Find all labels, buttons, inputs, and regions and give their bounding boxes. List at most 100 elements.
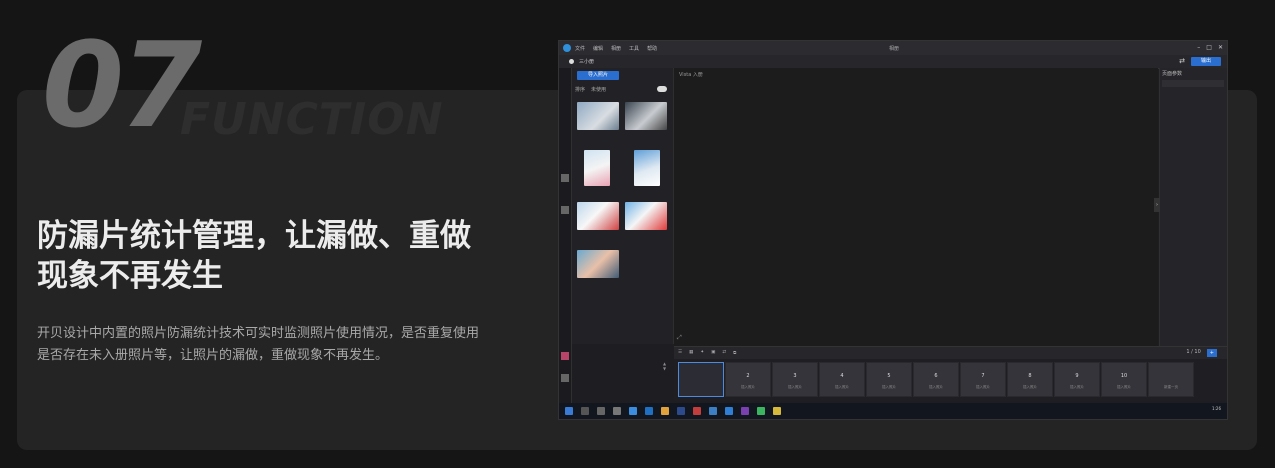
doc-icon[interactable]: [561, 374, 569, 382]
photo-thumbnail[interactable]: [634, 150, 660, 186]
filter-dropdown[interactable]: 未使用: [591, 86, 606, 93]
page-filmstrip: 2 插入照片 3 插入照片 4 插入照片 5 插入照片 6 插入照片 7 插入照片 8 插入照片 9 插入照片…: [674, 359, 1227, 401]
minimize-icon[interactable]: –: [1197, 44, 1200, 51]
photo-thumbnail[interactable]: [577, 202, 619, 230]
photos-icon[interactable]: [561, 174, 569, 182]
page-slot[interactable]: 9 插入照片: [1054, 362, 1100, 397]
project-icon: [569, 59, 574, 64]
photo-thumbnail[interactable]: [625, 102, 667, 130]
window-controls: – □ ✕: [1197, 44, 1223, 51]
description-line-2: 是否存在未入册照片等，让照片的漏做，重做现象不再发生。: [37, 348, 389, 363]
app-icon[interactable]: [773, 407, 781, 415]
swap-icon[interactable]: ⇄: [722, 350, 726, 356]
page-label: 插入照片: [929, 385, 943, 389]
app-titlebar: 文件 编辑 相册 工具 帮助 相册 – □ ✕: [559, 41, 1227, 55]
app-menu: 文件 编辑 相册 工具 帮助: [575, 45, 657, 52]
photo-thumbnail[interactable]: [577, 102, 619, 130]
page-label: 插入照片: [835, 385, 849, 389]
page-slot[interactable]: 3 插入照片: [772, 362, 818, 397]
page-label: 插入照片: [1117, 385, 1131, 389]
photoshop-icon[interactable]: [677, 407, 685, 415]
close-icon[interactable]: ✕: [1218, 44, 1223, 51]
edge-icon[interactable]: [629, 407, 637, 415]
spread-right-tools: 1 / 10 +: [1186, 349, 1217, 357]
export-button[interactable]: 输出: [1191, 57, 1221, 66]
window-title: 相册: [889, 46, 900, 52]
add-page-button[interactable]: +: [1206, 349, 1217, 357]
start-icon[interactable]: [565, 407, 573, 415]
settings-icon[interactable]: ⇄: [1179, 57, 1185, 65]
app-logo-icon: [563, 44, 571, 52]
library-filters: 排序 未使用: [575, 86, 606, 93]
search-icon[interactable]: [581, 407, 589, 415]
app-icon[interactable]: [709, 407, 717, 415]
page-slot[interactable]: 6 插入照片: [913, 362, 959, 397]
page-slot[interactable]: 4 插入照片: [819, 362, 865, 397]
properties-title: 页面参数: [1162, 71, 1183, 77]
unused-toggle[interactable]: [657, 86, 667, 92]
headline-line-2: 现象不再发生: [37, 258, 223, 294]
app-icon[interactable]: [741, 407, 749, 415]
layout-icon[interactable]: [561, 206, 569, 214]
page-slot[interactable]: [678, 362, 724, 397]
menu-item[interactable]: 相册: [611, 45, 621, 52]
menu-item[interactable]: 文件: [575, 45, 585, 52]
feature-number: 07: [42, 16, 202, 154]
page-label: 新建一页: [1164, 385, 1178, 389]
photo-thumbnail[interactable]: [625, 202, 667, 230]
canvas-note: Vista 入册: [679, 72, 703, 78]
page-number: 6: [934, 373, 938, 379]
task-view-icon[interactable]: [597, 407, 605, 415]
star-icon[interactable]: ✦: [700, 350, 704, 356]
page-number: 2: [746, 373, 750, 379]
browser-icon[interactable]: [645, 407, 653, 415]
page-slot[interactable]: 5 插入照片: [866, 362, 912, 397]
chrome-icon[interactable]: [661, 407, 669, 415]
explorer-icon[interactable]: [613, 407, 621, 415]
app-screenshot: 文件 编辑 相册 工具 帮助 相册 – □ ✕ 三小册 ⇄ 输出 导入照片 排序…: [558, 40, 1228, 420]
page-slot[interactable]: 新建一页: [1148, 362, 1194, 397]
left-rail: [559, 68, 572, 403]
menu-item[interactable]: 帮助: [647, 45, 657, 52]
app-icon[interactable]: [693, 407, 701, 415]
page-number: 8: [1028, 373, 1032, 379]
photo-thumbnail[interactable]: [584, 150, 610, 186]
collapse-panel-icon[interactable]: ›: [1154, 198, 1160, 212]
import-photos-button[interactable]: 导入照片: [577, 71, 619, 80]
page-label: 插入照片: [741, 385, 755, 389]
clock: 1:26: [1212, 406, 1221, 411]
menu-item[interactable]: 编辑: [593, 45, 603, 52]
grid-icon[interactable]: ▦: [689, 350, 693, 356]
feature-subtitle: FUNCTION: [180, 94, 444, 145]
page-label: 插入照片: [1023, 385, 1037, 389]
properties-row[interactable]: [1162, 80, 1224, 87]
spread-tools: ☰ ▦ ✦ ▣ ⇄ ⧉: [678, 350, 736, 356]
page-slot[interactable]: 2 插入照片: [725, 362, 771, 397]
template-icon[interactable]: [561, 352, 569, 360]
copy-icon[interactable]: ⧉: [733, 350, 736, 356]
feature-description: 开贝设计中内置的照片防漏统计技术可实时监测照片使用情况，是否重复使用 是否存在未…: [37, 323, 527, 367]
album-canvas[interactable]: Vista 入册 ⤢: [674, 68, 1158, 346]
menu-item[interactable]: 工具: [629, 45, 639, 52]
menu-icon[interactable]: ☰: [678, 350, 682, 356]
page-slot[interactable]: 10 插入照片: [1101, 362, 1147, 397]
page-label: 插入照片: [882, 385, 896, 389]
page-slot[interactable]: 8 插入照片: [1007, 362, 1053, 397]
page-label: 插入照片: [976, 385, 990, 389]
image-icon[interactable]: ▣: [711, 350, 715, 356]
page-number: 10: [1120, 373, 1128, 379]
sort-dropdown[interactable]: 排序: [575, 86, 585, 93]
spread-toolbar: ☰ ▦ ✦ ▣ ⇄ ⧉ 1 / 10 +: [674, 346, 1227, 359]
active-app-icon[interactable]: [725, 407, 733, 415]
fit-screen-icon[interactable]: ⤢: [677, 334, 682, 342]
maximize-icon[interactable]: □: [1206, 44, 1212, 51]
page-number: 7: [981, 373, 985, 379]
app-icon[interactable]: [757, 407, 765, 415]
page-number: 9: [1075, 373, 1079, 379]
os-taskbar: 1:26: [559, 403, 1227, 419]
page-counter: 1 / 10: [1186, 349, 1201, 355]
page-number: 4: [840, 373, 844, 379]
filmstrip-side-controls[interactable]: ▲ ▼: [663, 361, 673, 371]
photo-thumbnail[interactable]: [577, 250, 619, 278]
page-slot[interactable]: 7 插入照片: [960, 362, 1006, 397]
